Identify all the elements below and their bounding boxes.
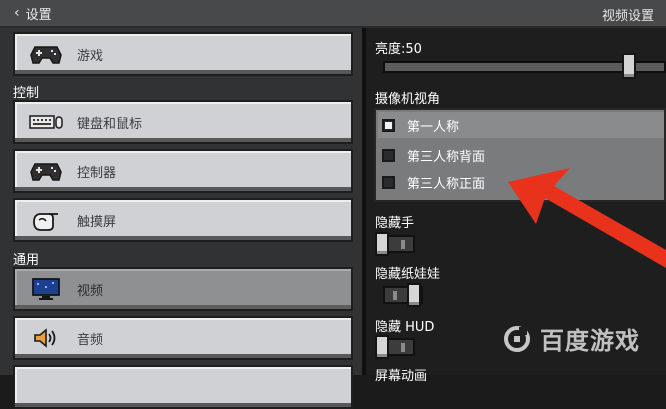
back-button[interactable]: ‹ 设置 [4,2,84,24]
toggle-off-indicator [401,343,405,352]
radio-unchecked-icon [382,175,395,189]
chevron-left-icon: ‹ [14,5,20,21]
camera-option-label: 第一人称 [407,119,460,135]
category-audio-button[interactable]: 音频 [13,316,353,360]
camera-option-label: 第三人称背面 [407,149,486,165]
toggle-off-indicator [401,240,405,249]
brightness-slider-thumb[interactable] [622,53,636,79]
hide-paperdoll-toggle[interactable] [383,283,423,307]
page-title: 视频设置 [601,9,654,24]
back-label: 设置 [25,7,52,23]
hide-hand-toggle[interactable] [375,232,415,256]
category-label: 视频 [77,283,104,299]
section-label-controls: 控制 [13,86,40,101]
camera-option-third-person-back[interactable]: 第三人称背面 [378,142,664,168]
category-video-button[interactable]: 视频 [13,267,353,311]
hide-hand-label: 隐藏手 [375,216,415,231]
toggle-knob [375,232,389,256]
camera-perspective-label: 摄像机视角 [375,92,441,107]
gamepad-icon [27,158,65,184]
toggle-knob [407,283,421,307]
camera-option-first-person[interactable]: 第一人称 [378,112,664,138]
category-label: 触摸屏 [77,214,117,230]
gamepad-icon [27,41,65,67]
category-label: 键盘和鼠标 [77,116,143,132]
camera-option-label: 第三人称正面 [407,176,486,192]
category-game-button[interactable]: 游戏 [13,32,353,76]
category-label: 游戏 [77,48,104,64]
category-next-button[interactable] [13,365,353,409]
toggle-on-indicator [393,291,397,300]
radio-unchecked-icon [382,148,395,162]
toggle-knob [375,335,389,359]
keyboard-mouse-icon [27,109,65,135]
category-label: 控制器 [77,165,117,181]
category-touchscreen-button[interactable]: 触摸屏 [13,198,353,242]
touch-hand-icon [27,207,65,233]
category-controller-button[interactable]: 控制器 [13,149,353,193]
section-label-general: 通用 [13,253,40,268]
hide-paperdoll-label: 隐藏纸娃娃 [375,267,441,282]
hide-hud-label: 隐藏 HUD [375,320,435,335]
baidu-game-logo-icon [504,325,530,352]
radio-checked-icon [382,118,395,132]
annotation-arrow-icon [508,168,666,268]
brightness-label: 亮度:50 [375,42,422,57]
hide-hud-toggle[interactable] [375,335,415,359]
speaker-icon [27,325,65,351]
watermark: 百度游戏 [502,321,640,356]
settings-category-list: 游戏 控制 键盘和鼠标 控制器 触摸屏 通用 视频 音频 [0,28,362,409]
watermark-text: 百度游戏 [540,327,640,355]
category-label: 音频 [77,332,104,348]
monitor-icon [27,276,65,302]
category-keyboard-mouse-button[interactable]: 键盘和鼠标 [13,100,353,144]
top-bar: ‹ 设置 视频设置 [0,0,666,28]
